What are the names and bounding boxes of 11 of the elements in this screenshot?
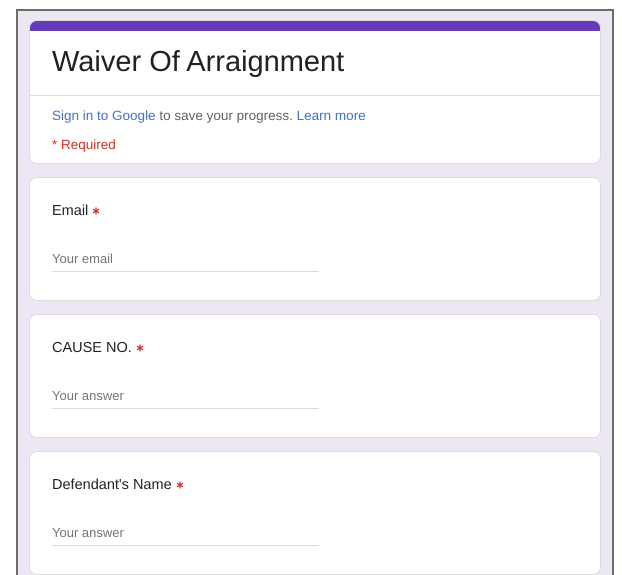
learn-more-link[interactable]: Learn more (296, 108, 366, 123)
required-note: * Required (52, 136, 117, 154)
answer-field[interactable]: Your answer (52, 520, 319, 546)
answer-field[interactable]: Your answer (52, 383, 319, 409)
form-title: Waiver Of Arraignment (52, 45, 346, 80)
sign-in-notice: Sign in to Google to save your progress. Learn more (52, 107, 367, 125)
question-label: Email (52, 202, 88, 221)
sign-in-link[interactable]: Sign in to Google (52, 108, 156, 123)
question-label: Defendant's Name (52, 476, 172, 495)
question-label: CAUSE NO. (52, 339, 132, 358)
answer-field[interactable]: Your email (52, 246, 319, 272)
